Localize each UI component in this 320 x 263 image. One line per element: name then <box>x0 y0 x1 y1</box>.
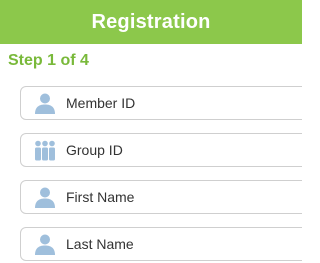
page-title: Registration <box>91 10 211 33</box>
first-name-field[interactable]: First Name <box>20 180 302 214</box>
group-id-label: Group ID <box>66 142 123 158</box>
member-id-label: Member ID <box>66 95 136 111</box>
person-icon <box>34 92 56 114</box>
registration-form: Member ID Group ID First Name Last Name <box>20 86 302 263</box>
person-icon <box>34 233 56 255</box>
member-id-field[interactable]: Member ID <box>20 86 302 120</box>
first-name-label: First Name <box>66 189 135 205</box>
header-bar: Registration <box>0 0 302 44</box>
group-id-field[interactable]: Group ID <box>20 133 302 167</box>
group-icon <box>34 139 56 161</box>
registration-screen: Registration Step 1 of 4 Member ID Group… <box>0 0 302 263</box>
person-icon <box>34 186 56 208</box>
last-name-field[interactable]: Last Name <box>20 227 302 261</box>
last-name-label: Last Name <box>66 236 134 252</box>
step-indicator: Step 1 of 4 <box>8 52 89 69</box>
